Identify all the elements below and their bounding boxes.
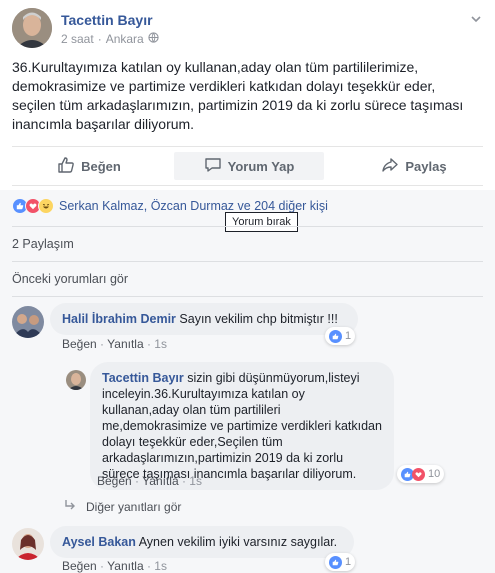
previous-comments-link[interactable]: Önceki yorumları gör — [12, 272, 128, 286]
more-replies-link[interactable]: Diğer yanıtları gör — [64, 499, 181, 514]
reaction-count: 1 — [345, 556, 352, 568]
comment-reaction-badge[interactable]: 1 — [325, 553, 356, 571]
divider — [12, 226, 483, 227]
commenter-avatar[interactable] — [66, 370, 86, 390]
comment-text: Aynen vekilim iyiki varsınız saygılar. — [138, 535, 338, 549]
like-reaction-icon — [329, 329, 342, 343]
commenter-name[interactable]: Tacettin Bayır — [102, 371, 184, 385]
like-label: Beğen — [81, 158, 121, 174]
post-time[interactable]: 2 saat — [61, 32, 94, 46]
like-reaction-icon — [329, 555, 342, 569]
globe-icon — [148, 32, 159, 46]
haha-reaction-icon — [38, 198, 54, 214]
reactions-text: Serkan Kalmaz, Özcan Durmaz ve 204 diğer… — [59, 199, 328, 213]
comment-like-link[interactable]: Beğen — [62, 337, 97, 351]
comment-like-link[interactable]: Beğen — [97, 474, 132, 488]
comment-text: sizin gibi düşünmüyorum,listeyi inceleyi… — [102, 371, 382, 481]
post-text: 36.Kurultayımıza katılan oy kullanan,ada… — [12, 59, 464, 132]
reaction-count: 10 — [428, 468, 441, 480]
commenter-name[interactable]: Halil İbrahim Demir — [62, 312, 176, 326]
commenter-avatar[interactable] — [12, 306, 44, 338]
commenter-name[interactable]: Aysel Bakan — [62, 535, 136, 549]
comment-bubble: Tacettin Bayır sizin gibi düşünmüyorum,l… — [90, 362, 394, 490]
comment-button[interactable]: Yorum Yap — [174, 152, 324, 180]
more-replies-label: Diğer yanıtları gör — [86, 499, 182, 514]
author-name[interactable]: Tacettin Bayır — [61, 12, 153, 28]
comment-like-link[interactable]: Beğen — [62, 559, 97, 573]
comment-bubble: Halil İbrahim Demir Sayın vekilim chp bi… — [50, 303, 358, 335]
comment-text: Sayın vekilim chp bitmiştır !!! — [179, 312, 338, 326]
comment-reply-link[interactable]: Yanıtla — [142, 474, 178, 488]
comment-bubble-icon — [204, 156, 222, 177]
meta-dot: · — [97, 32, 102, 46]
comment-time[interactable]: 1s — [189, 474, 202, 488]
reaction-count: 1 — [345, 330, 352, 342]
comment-reaction-badge[interactable]: 10 — [397, 465, 445, 483]
divider — [12, 296, 483, 297]
post-card: Tacettin Bayır 2 saat · Ankara 36.Kurult… — [0, 0, 495, 573]
comment-actions: Beğen · Yanıtla · 1s — [97, 474, 202, 488]
tooltip: Yorum bırak — [225, 212, 298, 232]
comment-time[interactable]: 1s — [154, 559, 167, 573]
thumbs-up-icon — [57, 156, 75, 177]
comment-label: Yorum Yap — [227, 158, 295, 174]
comment-actions: Beğen · Yanıtla · 1s — [62, 559, 167, 573]
comment-reply-link[interactable]: Yanıtla — [107, 337, 143, 351]
chevron-down-icon[interactable] — [470, 12, 482, 24]
comment-bubble: Aysel Bakan Aynen vekilim iyiki varsınız… — [50, 526, 354, 558]
author-avatar[interactable] — [12, 8, 52, 48]
like-button[interactable]: Beğen — [54, 152, 124, 180]
post-location[interactable]: Ankara — [106, 32, 144, 46]
reply-arrow-icon — [64, 499, 76, 514]
share-label: Paylaş — [405, 158, 447, 174]
comment-reaction-badge[interactable]: 1 — [325, 327, 356, 345]
action-bar: Beğen Yorum Yap Paylaş — [12, 146, 483, 186]
shares-link[interactable]: 2 Paylaşım — [12, 237, 74, 251]
comment-reply-link[interactable]: Yanıtla — [107, 559, 143, 573]
divider — [12, 261, 483, 262]
share-button[interactable]: Paylaş — [374, 152, 454, 180]
comment-time[interactable]: 1s — [154, 337, 167, 351]
share-arrow-icon — [381, 156, 399, 177]
comment-actions: Beğen · Yanıtla · 1s — [62, 337, 167, 351]
post-header: Tacettin Bayır 2 saat · Ankara — [12, 8, 482, 52]
commenter-avatar[interactable] — [12, 528, 44, 560]
love-reaction-icon — [412, 467, 425, 481]
post-meta: 2 saat · Ankara — [61, 32, 159, 46]
